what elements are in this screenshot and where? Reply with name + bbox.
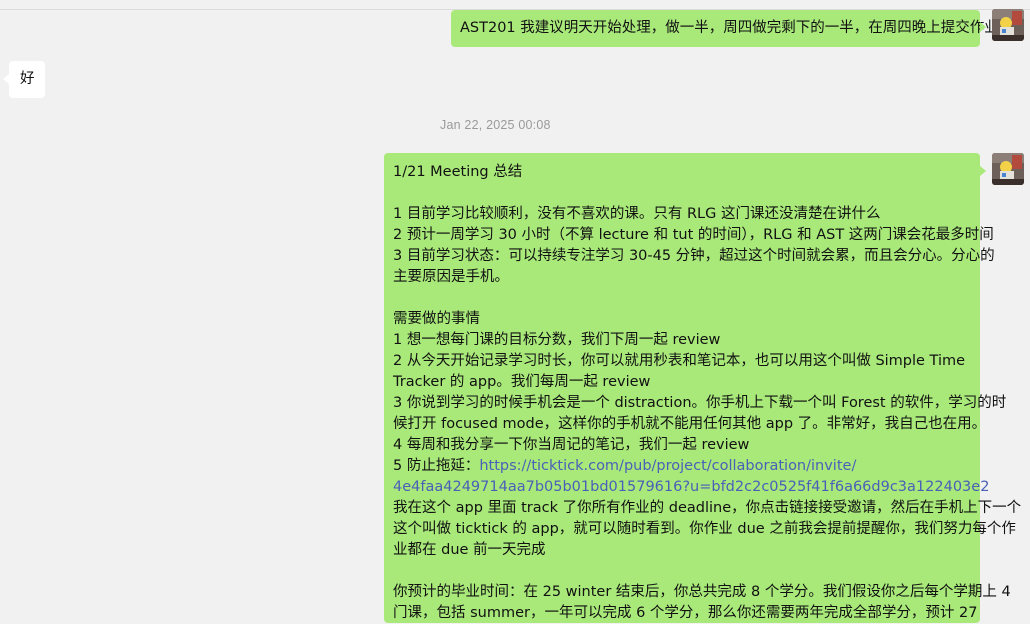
user-avatar-icon[interactable] [992, 153, 1024, 185]
message-line: 1 目前学习比较顺利，没有不喜欢的课。只有 RLG 这门课还没清楚在讲什么 [393, 206, 881, 222]
message-line: 这个叫做 ticktick 的 app，就可以随时看到。你作业 due 之前我会… [393, 521, 1016, 537]
message-text: 好 [20, 71, 35, 87]
bubble-tail [980, 22, 986, 32]
message-timestamp: Jan 22, 2025 00:08 [440, 118, 551, 132]
message-line: 主要原因是手机。 [393, 269, 509, 285]
message-line: 3 你说到学习的时候手机会是一个 distraction。你手机上下载一个叫 F… [393, 395, 1007, 411]
message-text: AST201 我建议明天开始处理，做一半，周四做完剩下的一半，在周四晚上提交作业 [460, 20, 999, 36]
message-line: Tracker 的 app。我们每周一起 review [393, 374, 651, 390]
bubble-tail [980, 166, 986, 176]
message-line: 需要做的事情 [393, 311, 480, 327]
message-line: 1 想一想每门课的目标分数，我们下周一起 review [393, 332, 721, 348]
message-line: 业都在 due 前一天完成 [393, 542, 546, 558]
ticktick-invite-link[interactable]: https://ticktick.com/pub/project/collabo… [479, 458, 856, 474]
message-line: 2 预计一周学习 30 小时（不算 lecture 和 tut 的时间），RLG… [393, 227, 994, 243]
message-line: 2 从今天开始记录学习时长，你可以就用秒表和笔记本，也可以用这个叫做 Simpl… [393, 353, 966, 369]
message-line: 4 每周和我分享一下你当周记的笔记，我们一起 review [393, 437, 750, 453]
message-line-with-link: 5 防止拖延：https://ticktick.com/pub/project/… [393, 456, 971, 477]
ticktick-invite-link-continued[interactable]: 4e4faa4249714aa7b05b01bd01579616?u=bfd2c… [393, 477, 989, 498]
message-line: 3 目前学习状态：可以持续专注学习 30-45 分钟，超过这个时间就会累，而且会… [393, 248, 995, 264]
user-avatar-icon[interactable] [992, 9, 1024, 41]
message-line: 1/21 Meeting 总结 [393, 164, 523, 180]
message-line: 你预计的毕业时间：在 25 winter 结束后，你总共完成 8 个学分。我们假… [393, 584, 1011, 600]
message-line: 我在这个 app 里面 track 了你所有作业的 deadline，你点击链接… [393, 500, 1022, 516]
outgoing-message-bubble[interactable]: AST201 我建议明天开始处理，做一半，周四做完剩下的一半，在周四晚上提交作业 [451, 10, 999, 47]
incoming-message-bubble[interactable]: 好 [9, 61, 45, 98]
outgoing-message-bubble-long[interactable]: 1/21 Meeting 总结 1 目前学习比较顺利，没有不喜欢的课。只有 RL… [384, 153, 1022, 623]
message-text: 5 防止拖延： [393, 458, 480, 474]
message-line: 候打开 focused mode，这样你的手机就不能用任何其他 app 了。非常… [393, 416, 987, 432]
message-line: 门课，包括 summer，一年可以完成 6 个学分，那么你还需要两年完成全部学分… [393, 605, 978, 621]
bubble-tail [3, 74, 9, 84]
